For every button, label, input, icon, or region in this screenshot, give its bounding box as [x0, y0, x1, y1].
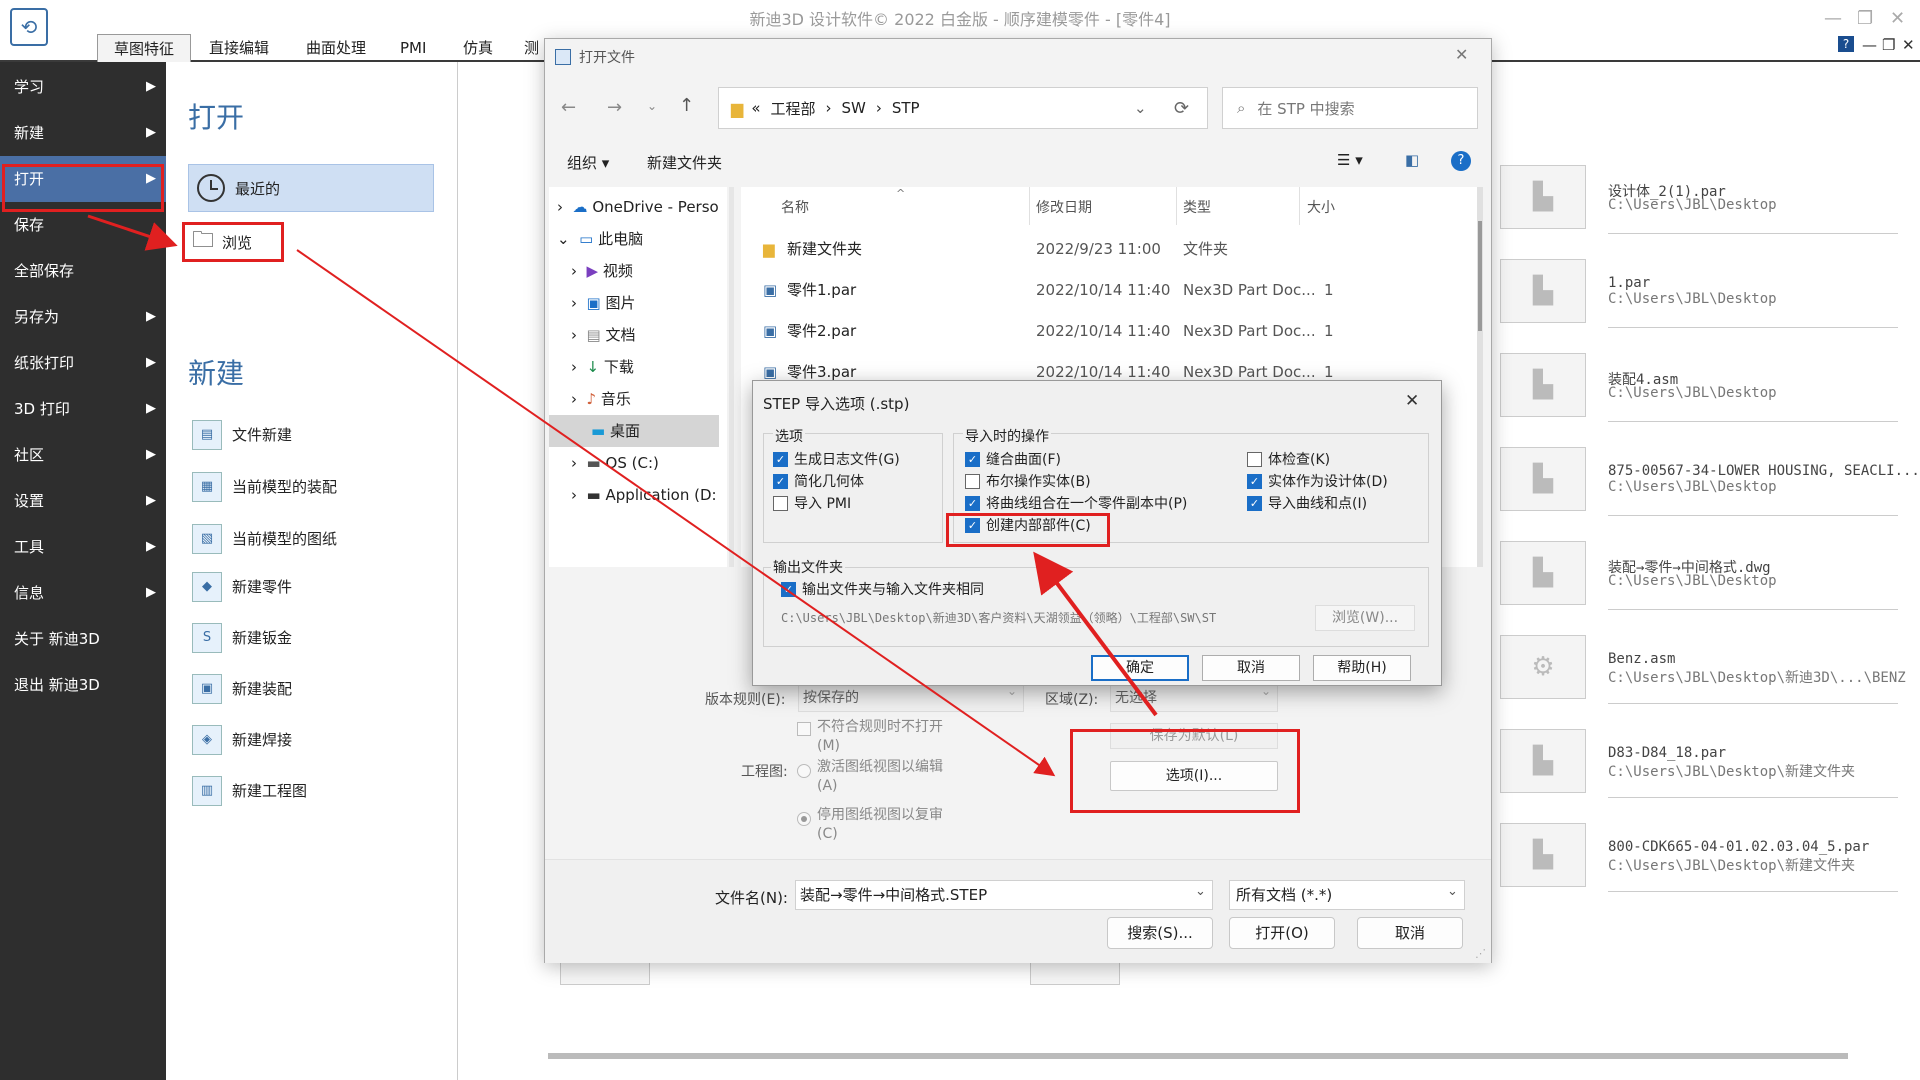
arrow-browse-to-options [296, 249, 1056, 777]
annotation-arrows [87, 214, 1158, 777]
arrow-options-to-create-internal [1033, 551, 1158, 717]
arrow-open-to-browse [87, 214, 178, 251]
